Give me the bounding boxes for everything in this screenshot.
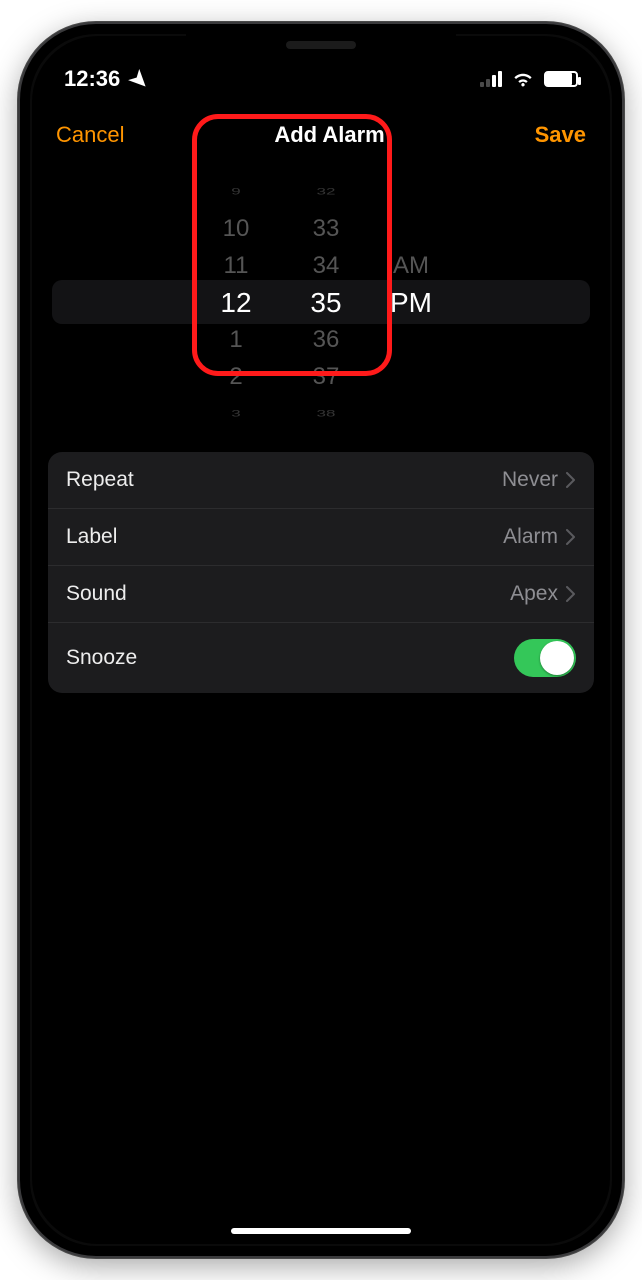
cellular-signal-icon — [480, 71, 502, 87]
phone-frame: 12:36 ➤ Cancel Add Alarm Save — [18, 22, 624, 1258]
toggle-knob — [540, 641, 574, 675]
wifi-icon — [512, 71, 534, 87]
picker-hour-item[interactable]: 10 — [191, 210, 281, 247]
chevron-right-icon — [566, 472, 576, 488]
row-label: Repeat — [66, 468, 134, 492]
time-picker[interactable]: 9 10 11 12 1 2 3 32 33 34 35 36 37 38 — [32, 172, 610, 432]
picker-ampm-am[interactable]: AM — [371, 247, 451, 284]
status-time: 12:36 — [64, 66, 120, 92]
picker-hour-item[interactable]: 11 — [191, 247, 281, 284]
silent-switch — [18, 234, 20, 276]
volume-up-button — [18, 304, 20, 382]
picker-minute-item[interactable]: 33 — [281, 210, 371, 247]
picker-hour-item[interactable]: 3 — [191, 403, 281, 423]
chevron-right-icon — [566, 586, 576, 602]
home-indicator[interactable] — [231, 1228, 411, 1234]
picker-minute-item[interactable]: 32 — [281, 181, 371, 201]
device-notch — [186, 24, 456, 66]
picker-ampm-wheel[interactable]: AM PM — [371, 172, 451, 432]
picker-hour-item[interactable]: 9 — [191, 181, 281, 201]
cancel-button[interactable]: Cancel — [56, 122, 124, 148]
nav-title: Add Alarm — [274, 122, 384, 148]
picker-minute-wheel[interactable]: 32 33 34 35 36 37 38 — [281, 172, 371, 432]
row-repeat[interactable]: Repeat Never — [48, 452, 594, 509]
picker-minute-item[interactable]: 34 — [281, 247, 371, 284]
picker-minute-selected[interactable]: 35 — [281, 284, 371, 321]
battery-icon — [544, 71, 578, 87]
snooze-toggle[interactable] — [514, 639, 576, 677]
row-sound[interactable]: Sound Apex — [48, 566, 594, 623]
picker-hour-item[interactable]: 2 — [191, 358, 281, 395]
picker-minute-item[interactable]: 38 — [281, 403, 371, 423]
row-label: Sound — [66, 582, 127, 606]
picker-minute-item[interactable]: 36 — [281, 321, 371, 358]
nav-bar: Cancel Add Alarm Save — [32, 102, 610, 168]
location-arrow-icon: ➤ — [124, 64, 155, 95]
row-value: Never — [502, 468, 558, 492]
alarm-options-list: Repeat Never Label Alarm Sound — [48, 452, 594, 693]
picker-minute-item[interactable]: 37 — [281, 358, 371, 395]
row-label: Snooze — [66, 646, 137, 670]
status-right — [480, 71, 578, 87]
picker-hour-wheel[interactable]: 9 10 11 12 1 2 3 — [191, 172, 281, 432]
screen: 12:36 ➤ Cancel Add Alarm Save — [32, 36, 610, 1244]
row-value: Alarm — [503, 525, 558, 549]
chevron-right-icon — [566, 529, 576, 545]
row-value: Apex — [510, 582, 558, 606]
row-snooze: Snooze — [48, 623, 594, 693]
picker-hour-selected[interactable]: 12 — [191, 284, 281, 321]
status-left: 12:36 ➤ — [64, 66, 149, 92]
picker-ampm-selected[interactable]: PM — [371, 284, 451, 321]
power-button — [622, 324, 624, 434]
volume-down-button — [18, 404, 20, 482]
row-label: Label — [66, 525, 117, 549]
row-label[interactable]: Label Alarm — [48, 509, 594, 566]
picker-hour-item[interactable]: 1 — [191, 321, 281, 358]
save-button[interactable]: Save — [535, 122, 586, 148]
